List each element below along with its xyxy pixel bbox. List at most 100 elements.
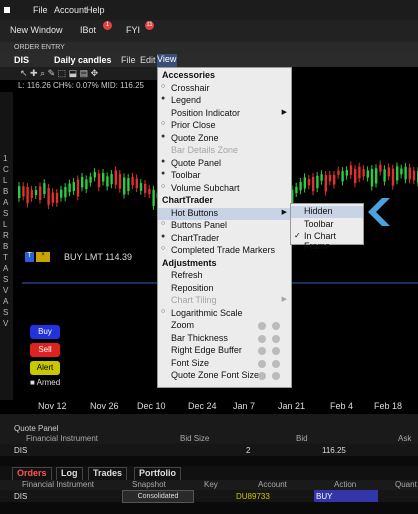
menu-help[interactable]: Help bbox=[86, 5, 105, 15]
tab-log[interactable]: Log bbox=[56, 467, 83, 481]
tab-portfolio[interactable]: Portfolio bbox=[134, 467, 181, 481]
view-menu-item-logarithmic-scale[interactable]: ○ Logarithmic Scale bbox=[158, 308, 291, 320]
left-panel-strip: 1CLBASLRBTASVASV bbox=[0, 92, 13, 402]
view-menu-item-buttons-panel[interactable]: ○ Buttons Panel bbox=[158, 220, 291, 232]
drawing-tools-icon[interactable]: ↖ ✚ ⌕ ✎ ⬚ ⬓ ▤ ✥ bbox=[20, 68, 98, 79]
chart-titlebar: DIS Daily candles File Edit View bbox=[0, 54, 418, 67]
candle bbox=[412, 170, 416, 181]
view-menu-item-font-size[interactable]: Font Size bbox=[158, 358, 291, 370]
candle bbox=[375, 168, 378, 184]
candle bbox=[341, 171, 344, 182]
menu-item-label: ChartTrader bbox=[171, 232, 220, 243]
fyi-button[interactable]: FYI bbox=[126, 25, 140, 35]
font-size-plus-icon[interactable] bbox=[272, 359, 280, 368]
menu-account[interactable]: Account bbox=[54, 5, 87, 15]
tab-trades[interactable]: Trades bbox=[88, 467, 128, 481]
tab-orders[interactable]: Orders bbox=[12, 467, 52, 481]
x-axis-tick: Jan 7 bbox=[233, 401, 256, 411]
candle bbox=[404, 166, 407, 180]
chart-scroller[interactable] bbox=[0, 414, 418, 422]
zoom-plus-icon[interactable] bbox=[272, 322, 280, 330]
transmit-icon[interactable]: T bbox=[25, 252, 34, 262]
candle bbox=[324, 174, 327, 192]
candle bbox=[30, 189, 33, 198]
symbol-label[interactable]: DIS bbox=[14, 55, 29, 65]
new-window-button[interactable]: New Window bbox=[10, 25, 63, 35]
candle bbox=[400, 168, 403, 175]
view-menu-item-toolbar[interactable]: ● Toolbar bbox=[158, 170, 291, 182]
view-menu-item-legend[interactable]: ● Legend bbox=[158, 95, 291, 107]
menu-item-label: Hot Buttons bbox=[171, 207, 219, 218]
chart-menu-view[interactable]: View bbox=[157, 54, 177, 67]
view-menu-item-refresh[interactable]: Refresh bbox=[158, 270, 291, 282]
section-charttrader: ChartTrader bbox=[162, 195, 214, 205]
view-menu-item-prior-close[interactable]: ○ Prior Close bbox=[158, 120, 291, 132]
view-menu-item-zoom[interactable]: Zoom bbox=[158, 320, 291, 332]
side-label: A bbox=[3, 198, 9, 207]
candle bbox=[135, 178, 138, 189]
menu-item-label: Position Indicator bbox=[171, 107, 241, 118]
view-menu-item-reposition[interactable]: Reposition bbox=[158, 283, 291, 295]
candle bbox=[47, 187, 50, 206]
bar-thickness-minus-icon[interactable] bbox=[258, 334, 266, 343]
armed-checkbox[interactable]: ■ Armed bbox=[30, 378, 60, 387]
candle bbox=[26, 187, 29, 204]
zoom-minus-icon[interactable] bbox=[258, 322, 266, 330]
view-menu-item-hot-buttons[interactable]: Hot Buttons ▶ bbox=[158, 207, 291, 220]
view-menu-item-position-indicator[interactable]: Position Indicator ▶ bbox=[158, 108, 291, 120]
submenu-item-toolbar[interactable]: Toolbar bbox=[291, 219, 363, 231]
main-toolbar: New Window IBot 1 FYI 11 bbox=[0, 20, 418, 42]
menu-item-label: Chart Tiling bbox=[171, 295, 217, 305]
candle bbox=[152, 189, 155, 206]
candle bbox=[316, 175, 319, 189]
radio-icon: ● bbox=[161, 170, 166, 177]
chart-style-dropdown[interactable]: Daily candles bbox=[54, 55, 112, 65]
view-menu-item-quote-panel[interactable]: ● Quote Panel bbox=[158, 158, 291, 170]
bar-thickness-plus-icon[interactable] bbox=[272, 334, 280, 343]
view-menu-item-bar-details-zone: Bar Details Zone bbox=[158, 145, 291, 157]
ibot-badge: 1 bbox=[103, 21, 112, 30]
buy-button[interactable]: Buy bbox=[30, 325, 60, 339]
candle bbox=[366, 170, 369, 178]
candle bbox=[81, 176, 84, 188]
view-menu-item-completed-trade-markers[interactable]: ○ Completed Trade Markers bbox=[158, 245, 291, 257]
sell-button[interactable]: Sell bbox=[30, 343, 60, 357]
quote-zone-font-size-minus-icon[interactable] bbox=[258, 372, 266, 380]
orders-row[interactable]: DIS Consolidated DU89733 BUY bbox=[0, 490, 418, 503]
font-size-minus-icon[interactable] bbox=[258, 359, 266, 368]
cancel-order-icon[interactable]: × bbox=[36, 252, 50, 262]
candle bbox=[97, 173, 101, 188]
view-menu-item-volume-subchart[interactable]: ○ Volume Subchart bbox=[158, 183, 291, 195]
orders-header: Financial Instrument Snapshot Key Accoun… bbox=[0, 480, 418, 490]
quote-panel-row[interactable]: DIS 2 116.25 bbox=[0, 444, 418, 456]
submenu-item-in-chart-frame[interactable]: ✓ In Chart Frame bbox=[291, 231, 363, 251]
view-menu-item-right-edge-buffer[interactable]: Right Edge Buffer bbox=[158, 345, 291, 357]
candle bbox=[89, 176, 92, 183]
submenu-arrow-icon: ▶ bbox=[281, 296, 287, 303]
right-edge-buffer-plus-icon[interactable] bbox=[272, 347, 280, 355]
alert-button[interactable]: Alert bbox=[30, 361, 60, 375]
quote-panel-header: Financial Instrument Bid Size Bid Ask bbox=[0, 434, 418, 444]
side-label: C bbox=[3, 165, 9, 174]
candle bbox=[93, 172, 96, 178]
view-menu-item-quote-zone-font-size[interactable]: Quote Zone Font Size bbox=[158, 370, 291, 382]
view-menu-item-bar-thickness[interactable]: Bar Thickness bbox=[158, 333, 291, 345]
chart-menu-edit[interactable]: Edit bbox=[140, 55, 156, 65]
side-label: B bbox=[3, 242, 9, 251]
orders-tabs: Orders Log Trades Portfolio bbox=[0, 466, 418, 481]
chart-menu-file[interactable]: File bbox=[121, 55, 136, 65]
action-cell[interactable]: BUY bbox=[314, 490, 378, 502]
side-label: V bbox=[3, 286, 9, 295]
x-axis-tick: Nov 26 bbox=[90, 401, 119, 411]
ibot-button[interactable]: IBot bbox=[80, 25, 96, 35]
order-row[interactable]: T × BUY LMT 114.39 bbox=[22, 252, 158, 263]
menu-file[interactable]: File bbox=[33, 5, 48, 15]
submenu-item-hidden[interactable]: Hidden bbox=[291, 206, 363, 218]
snapshot-field[interactable]: Consolidated bbox=[122, 490, 194, 503]
right-edge-buffer-minus-icon[interactable] bbox=[258, 347, 266, 355]
radio-icon: ● bbox=[161, 157, 166, 165]
view-menu-item-charttrader[interactable]: ● ChartTrader bbox=[158, 233, 291, 245]
view-menu-item-quote-zone[interactable]: ● Quote Zone bbox=[158, 133, 291, 145]
quote-zone-font-size-plus-icon[interactable] bbox=[272, 372, 280, 380]
view-menu-item-crosshair[interactable]: ○ Crosshair bbox=[158, 83, 291, 95]
